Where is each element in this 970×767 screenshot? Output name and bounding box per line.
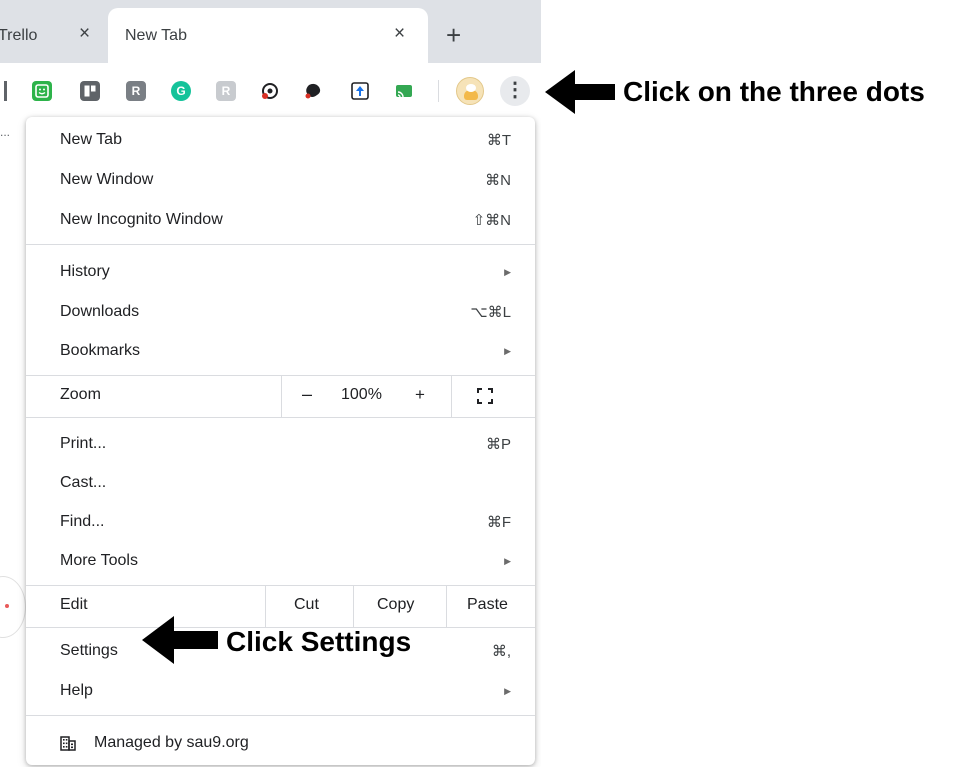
menu-item-label: Downloads — [60, 303, 140, 320]
menu-item-shortcut: ⌘N — [485, 172, 511, 189]
zoom-divider — [281, 375, 282, 417]
annotation-settings: Click Settings — [226, 626, 412, 657]
edit-divider — [265, 585, 266, 627]
annotation-three-dots: Click on the three dots — [623, 76, 925, 107]
menu-item-label: New Incognito Window — [60, 211, 223, 228]
menu-separator — [26, 244, 535, 245]
menu-item-new-window[interactable]: New Window ⌘N — [26, 160, 535, 200]
menu-item-shortcut: ⌘P — [485, 436, 511, 453]
cut-button[interactable]: Cut — [294, 596, 319, 614]
edit-label: Edit — [60, 596, 88, 613]
arrow-left-icon — [545, 70, 615, 114]
menu-item-shortcut: ⌘F — [486, 514, 511, 531]
managed-by-row[interactable]: Managed by sau9.org — [26, 721, 535, 765]
zoom-out-button[interactable]: – — [302, 384, 312, 405]
menu-item-history[interactable]: History ▶ — [26, 252, 535, 292]
toolbar: R G R ⋮ — [0, 63, 541, 120]
submenu-arrow-icon: ▶ — [504, 345, 511, 356]
arrow-left-icon — [142, 616, 218, 664]
tab-close-icon[interactable]: × — [79, 23, 90, 45]
cast-extension-icon[interactable] — [394, 81, 414, 101]
menu-item-shortcut: ⌥⌘L — [470, 304, 511, 321]
puzzle-extension-icon[interactable] — [303, 81, 323, 101]
zoom-row: Zoom – 100% + — [26, 375, 535, 417]
menu-item-find[interactable]: Find... ⌘F — [26, 502, 535, 542]
menu-separator — [26, 715, 535, 716]
menu-item-more-tools[interactable]: More Tools ▶ — [26, 541, 535, 581]
fullscreen-icon[interactable] — [476, 387, 494, 405]
page-side-widget — [0, 576, 26, 638]
submenu-arrow-icon: ▶ — [504, 266, 511, 277]
zoom-in-button[interactable]: + — [415, 385, 425, 405]
grammarly-icon[interactable]: G — [171, 81, 191, 101]
page-side-dot — [5, 604, 9, 608]
three-dots-menu-button[interactable]: ⋮ — [500, 76, 530, 106]
bookmark-stub[interactable]: ... — [0, 125, 10, 139]
profile-avatar[interactable] — [456, 77, 484, 105]
menu-item-help[interactable]: Help ▶ — [26, 671, 535, 711]
menu-item-label: Bookmarks — [60, 342, 141, 359]
menu-item-label: More Tools — [60, 552, 138, 569]
menu-item-shortcut: ⌘, — [491, 643, 511, 660]
new-tab-button[interactable]: + — [446, 22, 461, 48]
tab-new-tab[interactable]: New Tab × — [108, 8, 428, 63]
tab-strip: Trello × New Tab × + — [0, 0, 541, 63]
menu-item-downloads[interactable]: Downloads ⌥⌘L — [26, 292, 535, 332]
zoom-label: Zoom — [60, 386, 101, 403]
menu-item-label: New Tab — [60, 131, 122, 148]
target-extension-icon[interactable] — [260, 81, 280, 101]
upload-icon — [351, 82, 369, 100]
menu-item-new-tab[interactable]: New Tab ⌘T — [26, 120, 535, 160]
menu-item-label: Cast... — [60, 474, 107, 491]
extension-partial-icon[interactable] — [4, 81, 7, 101]
menu-item-shortcut: ⌘T — [486, 132, 511, 149]
menu-item-label: Find... — [60, 513, 105, 530]
chrome-main-menu: New Tab ⌘T New Window ⌘N New Incognito W… — [26, 117, 535, 765]
menu-separator — [26, 417, 535, 418]
blob-icon — [305, 83, 321, 99]
edit-row: Edit Cut Copy Paste — [26, 585, 535, 627]
toolbar-separator — [438, 80, 439, 102]
tab-title: Trello — [0, 26, 38, 44]
smiley-extension-icon[interactable] — [32, 81, 52, 101]
cast-icon — [396, 85, 412, 98]
trello-extension-icon[interactable] — [80, 81, 100, 101]
r-extension-icon[interactable]: R — [126, 81, 146, 101]
menu-item-print[interactable]: Print... ⌘P — [26, 424, 535, 464]
copy-button[interactable]: Copy — [377, 596, 414, 614]
menu-item-label: History — [60, 263, 110, 280]
tab-trello[interactable]: Trello × — [0, 8, 108, 63]
paste-button[interactable]: Paste — [467, 596, 508, 614]
menu-item-new-incognito-window[interactable]: New Incognito Window ⇧⌘N — [26, 200, 535, 240]
menu-item-cast[interactable]: Cast... — [26, 463, 535, 503]
board-icon — [84, 85, 96, 97]
menu-item-label: Print... — [60, 435, 107, 452]
building-icon — [60, 736, 76, 751]
menu-item-label: New Window — [60, 171, 154, 188]
menu-item-label: Help — [60, 682, 93, 699]
r-script-extension-icon[interactable]: R — [216, 81, 236, 101]
submenu-arrow-icon: ▶ — [504, 555, 511, 566]
upload-extension-icon[interactable] — [350, 81, 370, 101]
zoom-level: 100% — [341, 386, 382, 403]
managed-by-label: Managed by sau9.org — [94, 734, 249, 751]
menu-item-bookmarks[interactable]: Bookmarks ▶ — [26, 331, 535, 371]
smiley-icon — [35, 84, 49, 98]
submenu-arrow-icon: ▶ — [504, 685, 511, 696]
tab-close-icon[interactable]: × — [394, 23, 405, 45]
tab-title: New Tab — [125, 26, 187, 44]
target-icon — [262, 83, 278, 99]
edit-divider — [446, 585, 447, 627]
menu-item-shortcut: ⇧⌘N — [472, 212, 511, 229]
more-vert-icon: ⋮ — [505, 79, 525, 101]
zoom-divider — [451, 375, 452, 417]
edit-divider — [353, 585, 354, 627]
